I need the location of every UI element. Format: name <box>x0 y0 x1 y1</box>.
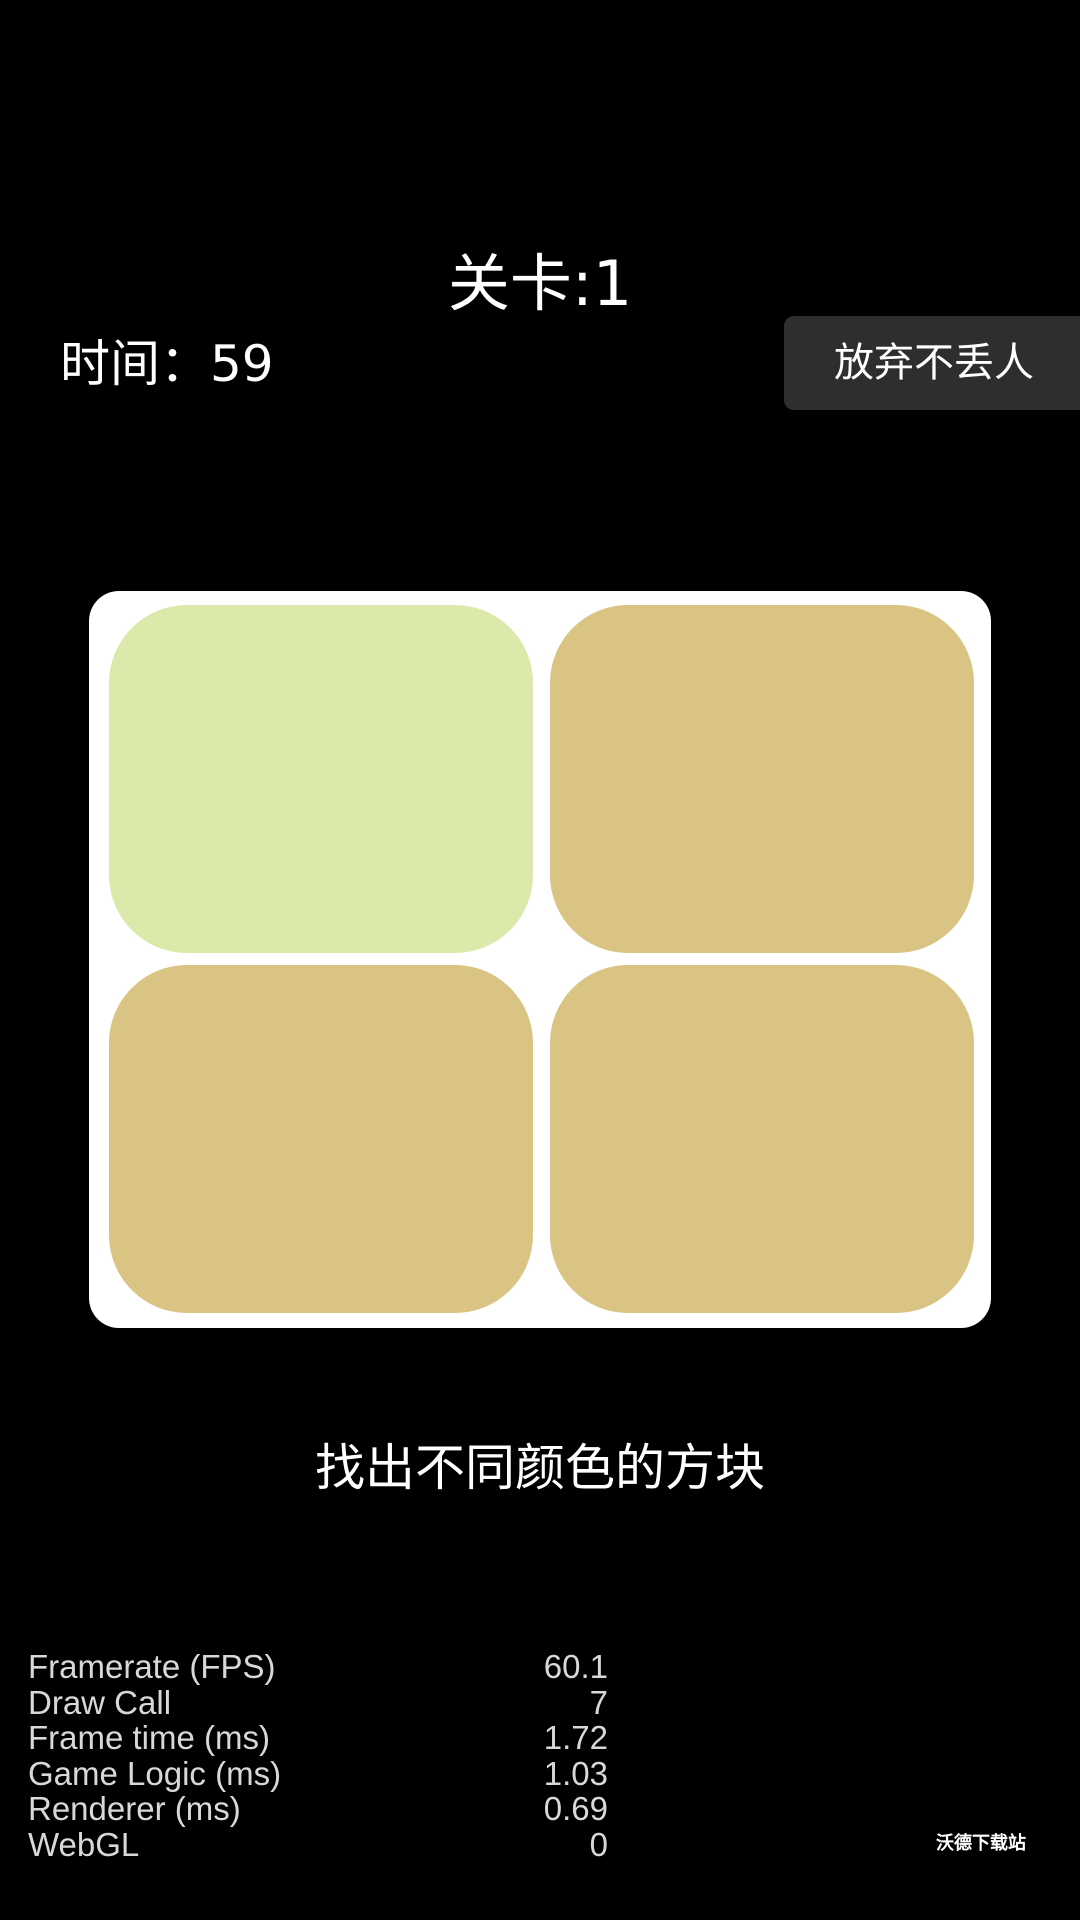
stat-row: Draw Call 7 <box>28 1683 608 1721</box>
level-title: 关卡:1 <box>447 247 633 320</box>
color-tile[interactable] <box>550 965 974 1313</box>
stat-label: Renderer (ms) <box>28 1790 241 1827</box>
stat-value: 60.1 <box>543 1648 608 1685</box>
color-tile[interactable] <box>109 965 533 1313</box>
stat-value: 0.69 <box>543 1790 608 1827</box>
stat-label: Draw Call <box>28 1683 172 1721</box>
watermark: 沃德下载站 <box>936 1833 1026 1854</box>
stat-row: Framerate (FPS) 60.1 <box>28 1649 608 1685</box>
stat-label: Game Logic (ms) <box>28 1754 282 1792</box>
stat-row: Game Logic (ms) 1.03 <box>28 1754 608 1792</box>
stat-row: Frame time (ms) 1.72 <box>28 1720 608 1756</box>
stat-value: 1.72 <box>543 1719 608 1756</box>
give-up-button[interactable]: 放弃不丢人 <box>784 316 1080 410</box>
stat-value: 0 <box>589 1825 608 1863</box>
stat-label: WebGL <box>28 1825 140 1863</box>
stat-label: Framerate (FPS) <box>28 1648 276 1685</box>
stat-label: Frame time (ms) <box>28 1719 270 1756</box>
debug-stats-panel: Framerate (FPS) 60.1 Draw Call 7 Frame t… <box>28 1649 608 1862</box>
instruction-text: 找出不同颜色的方块 <box>315 1439 765 1497</box>
game-board <box>89 591 991 1328</box>
timer-display: 时间：59 <box>60 335 274 393</box>
stat-value: 7 <box>589 1683 608 1721</box>
stat-row: WebGL 0 <box>28 1825 608 1863</box>
stat-row: Renderer (ms) 0.69 <box>28 1791 608 1827</box>
color-tile[interactable] <box>550 605 974 953</box>
color-tile[interactable] <box>109 605 533 953</box>
stat-value: 1.03 <box>543 1754 608 1792</box>
